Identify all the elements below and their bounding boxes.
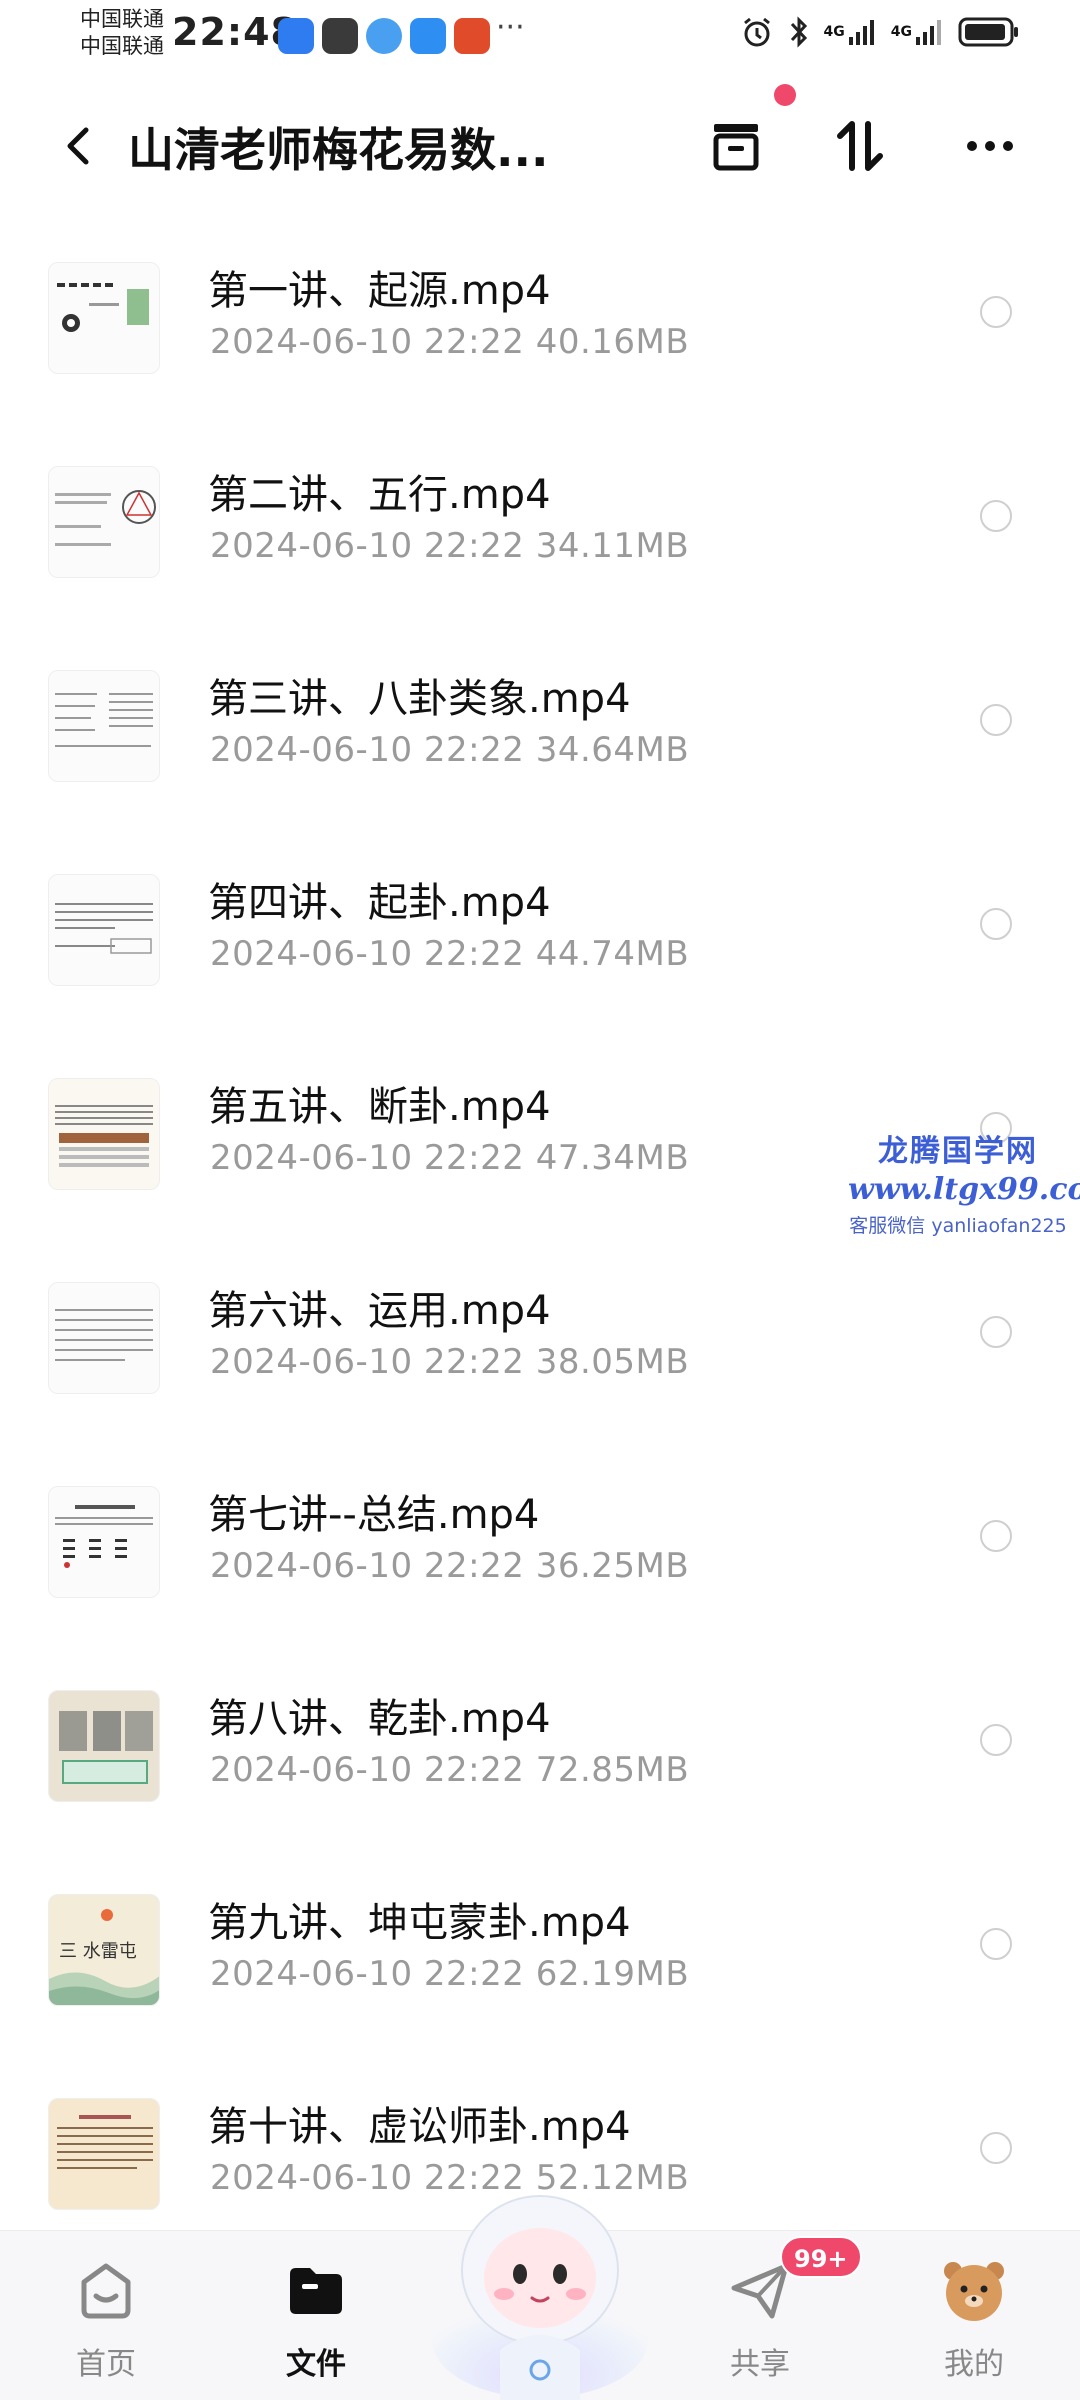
file-meta: 2024-06-10 22:22 62.19MB	[210, 1954, 690, 1994]
nav-home[interactable]: 首页	[36, 2255, 176, 2383]
file-name: 第十讲、虚讼师卦.mp4	[208, 2104, 631, 2150]
list-item[interactable]: 第八讲、乾卦.mp4 2024-06-10 22:22 72.85MB	[0, 1642, 1080, 1846]
weather-notification-icon	[410, 18, 446, 54]
watermark-contact: 客服微信 yanliaofan225	[849, 1215, 1067, 1237]
system-icons: 4G 4G	[740, 14, 1020, 50]
watermark-title: 龙腾国学网	[878, 1134, 1038, 1169]
watermark: 龙腾国学网 www.ltgx99.com 客服微信 yanliaofan225	[848, 1126, 1080, 1238]
page-title: 山清老师梅花易数...	[128, 123, 549, 177]
avatar	[939, 2255, 1009, 2325]
video-thumbnail	[48, 2098, 160, 2210]
status-bar: 中国联通 中国联通 22:48 ··· 4G 4G	[0, 0, 1080, 72]
notification-app-icon	[366, 18, 402, 54]
file-name: 第二讲、五行.mp4	[208, 472, 551, 518]
network-type-1: 4G	[823, 24, 845, 40]
more-notifications-icon: ···	[496, 10, 525, 45]
carrier-label: 中国联通 中国联通	[80, 6, 164, 60]
file-meta: 2024-06-10 22:22 36.25MB	[210, 1546, 690, 1586]
list-item[interactable]: 第一讲、起源.mp4 2024-06-10 22:22 40.16MB	[0, 214, 1080, 418]
file-meta: 2024-06-10 22:22 34.11MB	[210, 526, 690, 566]
file-name: 第七讲--总结.mp4	[208, 1492, 540, 1538]
thumbnail-caption: 三 水雷屯	[59, 1941, 137, 1962]
assistant-mascot-icon[interactable]	[430, 2170, 650, 2400]
file-name: 第五讲、断卦.mp4	[208, 1084, 551, 1130]
file-meta: 2024-06-10 22:22 47.34MB	[210, 1138, 690, 1178]
file-name: 第四讲、起卦.mp4	[208, 880, 551, 926]
nav-mine-label: 我的	[944, 2347, 1004, 2382]
archive-box-icon[interactable]	[700, 110, 772, 182]
file-name: 第一讲、起源.mp4	[208, 268, 551, 314]
folder-icon	[281, 2255, 351, 2325]
back-arrow-icon[interactable]	[50, 116, 110, 176]
carrier-1: 中国联通	[80, 7, 164, 31]
title-bar: 山清老师梅花易数...	[0, 96, 1080, 196]
notification-app-icon	[278, 18, 314, 54]
select-checkbox[interactable]	[980, 296, 1012, 328]
file-name: 第六讲、运用.mp4	[208, 1288, 551, 1334]
list-item[interactable]: 第二讲、五行.mp4 2024-06-10 22:22 34.11MB	[0, 418, 1080, 622]
file-name: 第九讲、坤屯蒙卦.mp4	[208, 1900, 631, 1946]
notification-app-icon	[454, 18, 490, 54]
watermark-url: www.ltgx99.com	[848, 1172, 1080, 1207]
list-item[interactable]: 第三讲、八卦类象.mp4 2024-06-10 22:22 34.64MB	[0, 622, 1080, 826]
more-dots-icon[interactable]	[954, 110, 1026, 182]
carrier-2: 中国联通	[80, 34, 164, 58]
video-thumbnail	[48, 466, 160, 578]
network-type-2: 4G	[890, 24, 912, 40]
home-icon	[71, 2255, 141, 2325]
bluetooth-icon	[788, 14, 810, 50]
select-checkbox[interactable]	[980, 1928, 1012, 1960]
select-checkbox[interactable]	[980, 1520, 1012, 1552]
nav-mine[interactable]: 我的	[904, 2255, 1044, 2383]
select-checkbox[interactable]	[980, 908, 1012, 940]
file-meta: 2024-06-10 22:22 40.16MB	[210, 322, 690, 362]
video-thumbnail	[48, 1078, 160, 1190]
battery-icon	[958, 14, 1020, 50]
video-thumbnail: 三 水雷屯	[48, 1894, 160, 2006]
file-meta: 2024-06-10 22:22 38.05MB	[210, 1342, 690, 1382]
select-checkbox[interactable]	[980, 1316, 1012, 1348]
list-item[interactable]: 三 水雷屯 第九讲、坤屯蒙卦.mp4 2024-06-10 22:22 62.1…	[0, 1846, 1080, 2050]
video-thumbnail	[48, 1486, 160, 1598]
file-meta: 2024-06-10 22:22 72.85MB	[210, 1750, 690, 1790]
sort-icon[interactable]	[824, 110, 896, 182]
select-checkbox[interactable]	[980, 1724, 1012, 1756]
nav-files[interactable]: 文件	[246, 2255, 386, 2383]
select-checkbox[interactable]	[980, 500, 1012, 532]
nav-share-label: 共享	[730, 2347, 790, 2382]
file-meta: 2024-06-10 22:22 44.74MB	[210, 934, 690, 974]
list-item[interactable]: 第四讲、起卦.mp4 2024-06-10 22:22 44.74MB	[0, 826, 1080, 1030]
select-checkbox[interactable]	[980, 2132, 1012, 2164]
signal-2-icon: 4G	[891, 14, 944, 50]
video-thumbnail	[48, 874, 160, 986]
notification-dot	[774, 84, 796, 106]
notification-app-icon	[322, 18, 358, 54]
select-checkbox[interactable]	[980, 704, 1012, 736]
signal-1-icon: 4G	[824, 14, 877, 50]
nav-home-label: 首页	[76, 2347, 136, 2382]
list-item[interactable]: 第六讲、运用.mp4 2024-06-10 22:22 38.05MB	[0, 1234, 1080, 1438]
file-name: 第三讲、八卦类象.mp4	[208, 676, 631, 722]
file-meta: 2024-06-10 22:22 34.64MB	[210, 730, 690, 770]
list-item[interactable]: 第七讲--总结.mp4 2024-06-10 22:22 36.25MB	[0, 1438, 1080, 1642]
alarm-icon	[740, 14, 774, 50]
video-thumbnail	[48, 670, 160, 782]
video-thumbnail	[48, 262, 160, 374]
nav-files-label: 文件	[286, 2347, 346, 2382]
video-thumbnail	[48, 1282, 160, 1394]
notification-badge: 99+	[780, 2236, 862, 2278]
file-name: 第八讲、乾卦.mp4	[208, 1696, 551, 1742]
video-thumbnail	[48, 1690, 160, 1802]
